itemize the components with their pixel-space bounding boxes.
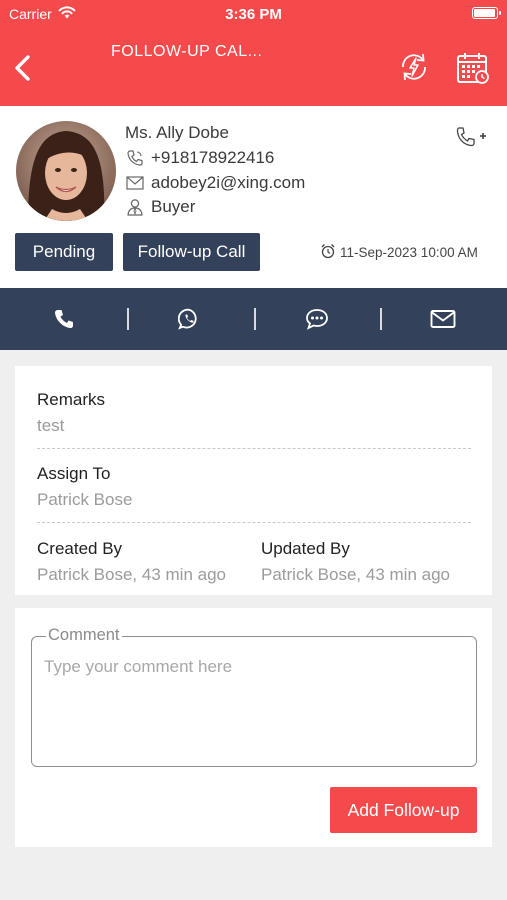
remarks-label: Remarks: [37, 390, 106, 409]
comment-label: Comment: [46, 626, 122, 645]
whatsapp-icon: [178, 308, 197, 330]
phone-icon: [55, 310, 73, 328]
whatsapp-action-button[interactable]: [176, 307, 202, 331]
battery-icon: [472, 7, 501, 19]
user-role-icon: [125, 198, 145, 216]
back-icon: [15, 55, 30, 81]
contact-email-text: adobey2i@xing.com: [151, 173, 306, 192]
add-follow-up-button[interactable]: Add Follow-up: [330, 787, 477, 833]
sync-bolt-icon: [402, 53, 426, 81]
comment-card: Comment Add Follow-up: [15, 608, 492, 847]
details-card: Remarks test Assign To Patrick Bose Crea…: [15, 366, 492, 595]
contact-role-row: Buyer: [125, 197, 195, 217]
contact-email-row[interactable]: adobey2i@xing.com: [125, 173, 305, 193]
comment-field[interactable]: [31, 636, 477, 767]
comment-input[interactable]: [44, 657, 464, 677]
calendar-icon: [457, 53, 489, 84]
created-by-label: Created By: [37, 539, 123, 558]
type-badge: Follow-up Call: [123, 233, 260, 271]
assign-to-value: Patrick Bose: [37, 490, 133, 509]
contact-name-text: Ms. Ally Dobe: [125, 123, 229, 142]
datetime-text: 11-Sep-2023 10:00 AM: [340, 245, 478, 260]
action-separator: [380, 308, 382, 330]
phone-plus-icon: [456, 127, 486, 147]
action-separator: [127, 308, 129, 330]
call-action-button[interactable]: [51, 307, 77, 331]
phone-outline-icon: [125, 149, 145, 167]
action-separator: [254, 308, 256, 330]
divider: [37, 522, 471, 523]
add-call-button[interactable]: [455, 126, 487, 150]
sms-action-button[interactable]: [304, 307, 330, 331]
contact-name: Ms. Ally Dobe: [125, 123, 229, 143]
calendar-button[interactable]: [455, 50, 489, 84]
contact-phone-row[interactable]: +918178922416: [125, 148, 274, 168]
assign-to-label: Assign To: [37, 464, 111, 483]
email-action-button[interactable]: [430, 307, 456, 331]
contact-profile: Ms. Ally Dobe +918178922416 adobey2i@xin…: [0, 106, 507, 288]
status-time: 3:36 PM: [225, 6, 282, 23]
contact-phone-text: +918178922416: [151, 148, 275, 167]
contact-role-text: Buyer: [151, 197, 196, 216]
alarm-clock-icon: [320, 243, 336, 262]
back-button[interactable]: [10, 52, 38, 84]
app-header: Carrier 3:36 PM FOLLOW-UP CAL...: [0, 0, 507, 106]
sync-button[interactable]: [397, 50, 431, 84]
avatar: [16, 121, 116, 221]
updated-by-label: Updated By: [261, 539, 350, 558]
created-by-value: Patrick Bose, 43 min ago: [37, 565, 226, 584]
contact-action-bar: [0, 288, 507, 350]
mail-outline-icon: [125, 174, 145, 192]
followup-datetime: 11-Sep-2023 10:00 AM: [320, 243, 478, 262]
remarks-value: test: [37, 416, 65, 435]
page-title: FOLLOW-UP CAL...: [111, 43, 263, 60]
divider: [37, 448, 471, 449]
updated-by-value: Patrick Bose, 43 min ago: [261, 565, 450, 584]
sms-icon: [306, 309, 328, 330]
email-icon: [430, 310, 456, 328]
status-badge: Pending: [15, 233, 113, 271]
